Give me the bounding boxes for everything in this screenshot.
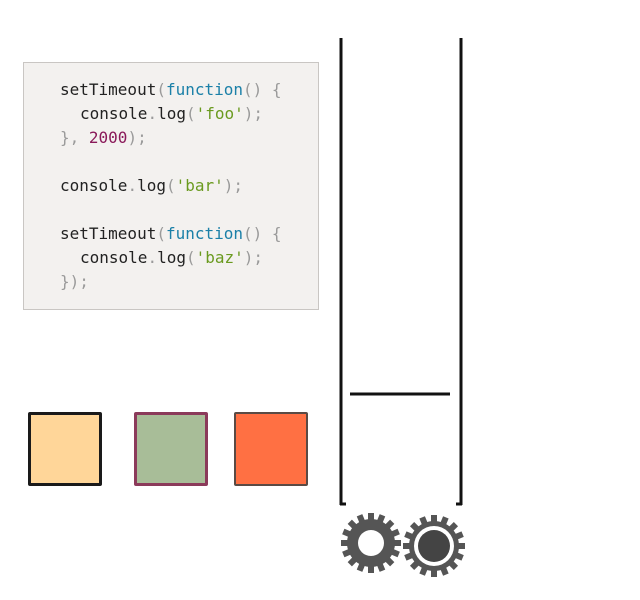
code-token-punct: . xyxy=(147,248,158,267)
swatch-green xyxy=(134,412,208,486)
code-token-punct: ( xyxy=(185,248,196,267)
code-token-string: 'baz' xyxy=(195,248,244,267)
swatch-yellow xyxy=(28,412,102,486)
gear-right-icon xyxy=(403,515,465,577)
code-token-punct: ); xyxy=(127,128,147,147)
code-token-keyword: function xyxy=(165,80,244,99)
code-token-plain: log xyxy=(157,104,186,123)
code-token-punct: . xyxy=(147,104,158,123)
code-line: console.log('bar'); xyxy=(60,176,243,196)
code-token-plain: console xyxy=(60,176,128,195)
code-panel: setTimeout(function() {console.log('foo'… xyxy=(23,62,319,310)
code-line: }, 2000); xyxy=(60,128,147,148)
code-line: console.log('foo'); xyxy=(80,104,263,124)
code-token-plain: log xyxy=(157,248,186,267)
code-token-punct: ( xyxy=(156,224,166,243)
code-token-punct: }); xyxy=(60,272,89,291)
code-token-plain: console xyxy=(80,248,148,267)
code-token-string: 'foo' xyxy=(195,104,244,123)
code-token-punct: ( xyxy=(156,80,166,99)
code-token-keyword: function xyxy=(165,224,244,243)
code-token-plain: setTimeout xyxy=(60,224,157,243)
code-token-punct: ); xyxy=(223,176,244,195)
code-token-string: 'bar' xyxy=(175,176,224,195)
swatch-orange xyxy=(234,412,308,486)
code-token-punct: ( xyxy=(165,176,176,195)
gear-left-icon xyxy=(341,513,401,573)
code-token-plain: console xyxy=(80,104,148,123)
code-token-plain: log xyxy=(137,176,166,195)
code-token-punct: ); xyxy=(243,248,264,267)
code-token-punct: ( xyxy=(185,104,196,123)
code-line: setTimeout(function() { xyxy=(60,80,282,100)
code-token-punct: ); xyxy=(243,104,264,123)
code-line: console.log('baz'); xyxy=(80,248,263,268)
code-token-number: 2000 xyxy=(88,128,128,147)
code-line: setTimeout(function() { xyxy=(60,224,282,244)
code-token-punct: }, xyxy=(60,128,89,147)
code-token-plain: setTimeout xyxy=(60,80,157,99)
code-token-punct: . xyxy=(127,176,138,195)
code-token-punct: () { xyxy=(243,224,282,243)
code-line: }); xyxy=(60,272,89,292)
code-token-punct: () { xyxy=(243,80,282,99)
call-stack-diagram xyxy=(339,38,465,577)
